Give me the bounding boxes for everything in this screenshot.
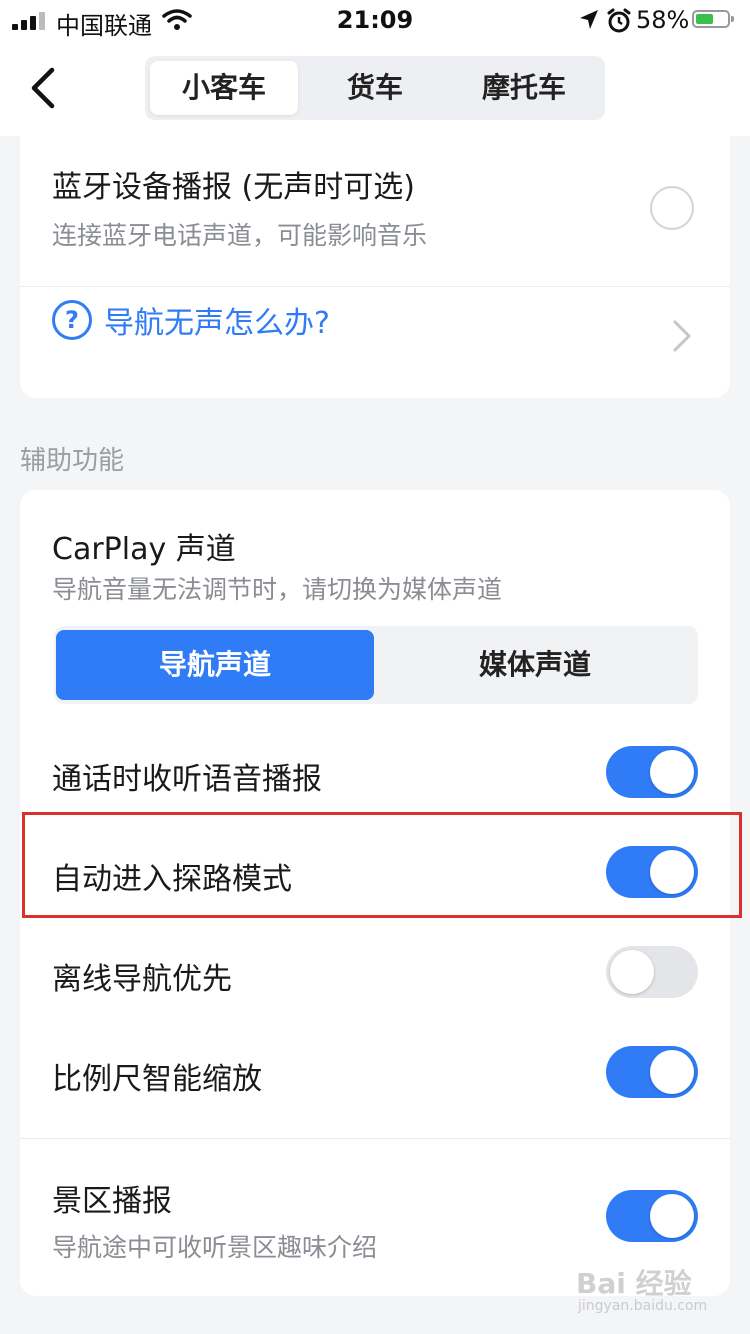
- bluetooth-broadcast-subtitle: 连接蓝牙电话声道，可能影响音乐: [52, 221, 428, 250]
- chevron-left-icon: [31, 67, 55, 109]
- no-sound-help-label: 导航无声怎么办?: [104, 306, 330, 341]
- vehicle-type-tabs: 小客车 货车 摩托车: [145, 56, 605, 120]
- scenic-broadcast-subtitle: 导航途中可收听景区趣味介绍: [52, 1233, 378, 1262]
- nav-channel-option[interactable]: 导航声道: [56, 630, 374, 700]
- alarm-icon: [606, 8, 632, 40]
- scenic-broadcast-toggle[interactable]: [606, 1190, 698, 1242]
- offline-nav-priority-label: 离线导航优先: [52, 962, 232, 997]
- divider: [20, 286, 730, 287]
- battery-icon: [692, 10, 734, 28]
- tab-motorcycle[interactable]: 摩托车: [450, 61, 598, 115]
- location-icon: [578, 8, 600, 38]
- question-circle-icon: ?: [52, 300, 92, 340]
- media-channel-option[interactable]: 媒体声道: [376, 630, 694, 700]
- carplay-channel-selector: 导航声道 媒体声道: [54, 626, 698, 704]
- call-voice-broadcast-toggle[interactable]: [606, 746, 698, 798]
- battery-percent: 58%: [636, 6, 690, 34]
- divider: [20, 1138, 730, 1139]
- tab-truck[interactable]: 货车: [301, 61, 449, 115]
- scenic-broadcast-title: 景区播报: [52, 1184, 172, 1219]
- offline-nav-priority-toggle[interactable]: [606, 946, 698, 998]
- section-label-accessibility: 辅助功能: [20, 446, 125, 476]
- baidu-watermark: Bai 经验: [576, 1267, 692, 1300]
- call-voice-broadcast-label: 通话时收听语音播报: [52, 762, 322, 797]
- voice-settings-card: 蓝牙设备播报 (无声时可选) 连接蓝牙电话声道，可能影响音乐 ? 导航无声怎么办…: [20, 120, 730, 398]
- carplay-channel-title: CarPlay 声道: [52, 532, 236, 567]
- smart-scale-zoom-toggle[interactable]: [606, 1046, 698, 1098]
- baidu-watermark-url: jingyan.baidu.com: [578, 1298, 708, 1314]
- highlight-annotation-box: [22, 812, 742, 918]
- bluetooth-broadcast-title: 蓝牙设备播报 (无声时可选): [52, 170, 415, 205]
- tab-car[interactable]: 小客车: [150, 61, 298, 115]
- bluetooth-broadcast-radio[interactable]: [650, 186, 694, 230]
- status-bar: 中国联通 21:09 58%: [0, 0, 750, 42]
- carplay-channel-subtitle: 导航音量无法调节时，请切换为媒体声道: [52, 575, 503, 604]
- back-button[interactable]: [24, 64, 64, 112]
- chevron-right-icon: [670, 318, 694, 358]
- smart-scale-zoom-label: 比例尺智能缩放: [52, 1062, 262, 1097]
